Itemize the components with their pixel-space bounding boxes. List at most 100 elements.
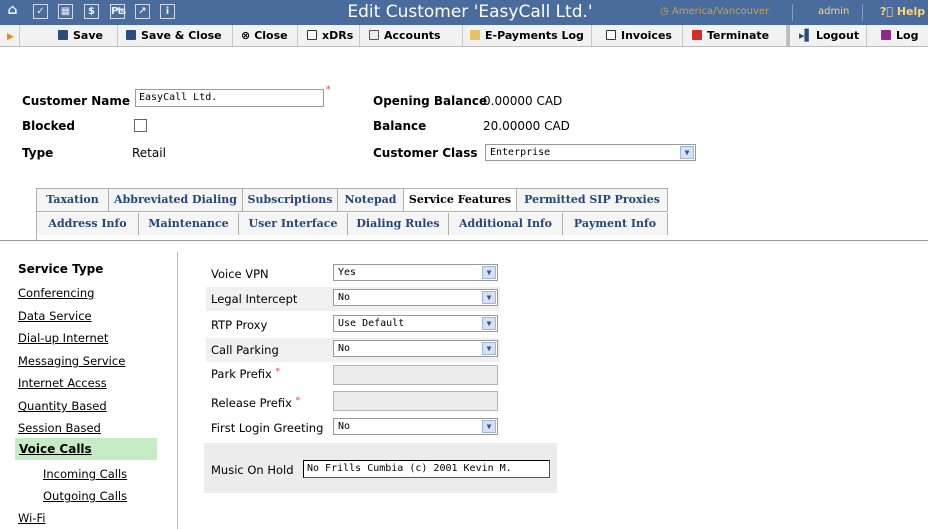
- type-label: Type: [22, 146, 54, 160]
- epayments-button[interactable]: E-Payments Log: [463, 25, 592, 46]
- log-label: Log: [896, 29, 919, 42]
- xdrs-label: xDRs: [322, 29, 354, 42]
- save-close-button[interactable]: Save & Close: [118, 25, 233, 46]
- logout-button[interactable]: ▸▌ Logout: [787, 25, 867, 46]
- voice-vpn-value: Yes: [338, 267, 357, 278]
- play-button[interactable]: ▶: [0, 25, 20, 46]
- terminate-icon: [692, 30, 702, 40]
- save-label: Save: [73, 29, 103, 42]
- opening-balance-value: 0.00000 CAD: [483, 94, 563, 108]
- rtp-proxy-select[interactable]: Use Default ▼: [333, 315, 498, 332]
- floppy-icon: [58, 30, 68, 40]
- separator: [862, 4, 863, 21]
- sidebar-item-voice-calls[interactable]: Voice Calls: [15, 438, 157, 460]
- balance-value: 20.00000 CAD: [483, 119, 570, 133]
- accounts-label: Accounts: [384, 29, 441, 42]
- legal-intercept-select[interactable]: No ▼: [333, 289, 498, 306]
- first-login-greeting-value: No: [338, 421, 351, 432]
- sidebar-item-incoming-calls[interactable]: Incoming Calls: [43, 467, 127, 481]
- tab-border: [36, 211, 668, 212]
- sidebar-item-dialup-internet[interactable]: Dial-up Internet: [18, 331, 108, 345]
- chevron-down-icon: ▼: [680, 146, 694, 159]
- close-button[interactable]: ⊗ Close: [233, 25, 298, 46]
- call-parking-value: No: [338, 343, 351, 354]
- opening-balance-label: Opening Balance: [373, 94, 488, 108]
- customer-class-value: Enterprise: [490, 147, 551, 158]
- tab-notepad[interactable]: Notepad: [338, 189, 404, 211]
- blocked-checkbox[interactable]: [134, 119, 147, 132]
- terminate-button[interactable]: Terminate: [683, 25, 787, 46]
- toolbar: ▶ Save Save & Close ⊗ Close xDRs Accounts…: [0, 25, 928, 47]
- close-icon: ⊗: [241, 29, 251, 42]
- terminate-label: Terminate: [707, 29, 770, 42]
- dollar-icon[interactable]: $: [84, 4, 99, 19]
- separator: [792, 4, 793, 21]
- tab-user-interface[interactable]: User Interface: [239, 213, 348, 235]
- customer-name-label: Customer Name: [22, 94, 130, 108]
- checklist-icon[interactable]: ✓: [33, 4, 48, 19]
- floppy-icon: [126, 30, 136, 40]
- tab-taxation[interactable]: Taxation: [37, 189, 109, 211]
- required-marker: *: [275, 367, 281, 377]
- logout-icon: ▸▌: [799, 29, 813, 42]
- chevron-down-icon: ▼: [482, 342, 496, 355]
- first-login-greeting-label: First Login Greeting: [211, 421, 324, 435]
- release-prefix-label: Release Prefix *: [211, 396, 300, 410]
- xdrs-button[interactable]: xDRs: [298, 25, 360, 46]
- tab-subscriptions[interactable]: Subscriptions: [243, 189, 338, 211]
- tab-additional-info[interactable]: Additional Info: [449, 213, 563, 235]
- tab-dialing-rules[interactable]: Dialing Rules: [348, 213, 449, 235]
- voice-vpn-select[interactable]: Yes ▼: [333, 264, 498, 281]
- tab-panel-border: [0, 240, 928, 241]
- chart-icon[interactable]: ↗: [135, 4, 150, 19]
- sidebar-item-data-service[interactable]: Data Service: [18, 309, 92, 323]
- help-link[interactable]: ?⃞ Help: [880, 5, 925, 18]
- first-login-greeting-select[interactable]: No ▼: [333, 418, 498, 435]
- tab-address-info[interactable]: Address Info: [37, 213, 139, 235]
- sidebar-item-wifi[interactable]: Wi-Fi: [18, 511, 45, 525]
- call-parking-label: Call Parking: [211, 343, 279, 357]
- rtp-proxy-label: RTP Proxy: [211, 318, 268, 332]
- sidebar-item-internet-access[interactable]: Internet Access: [18, 376, 107, 390]
- tab-permitted-sip-proxies[interactable]: Permitted SIP Proxies: [517, 189, 668, 211]
- sidebar-item-conferencing[interactable]: Conferencing: [18, 286, 94, 300]
- epayments-label: E-Payments Log: [485, 29, 584, 42]
- customer-class-select[interactable]: Enterprise ▼: [485, 144, 696, 161]
- sidebar-item-quantity-based[interactable]: Quantity Based: [18, 399, 107, 413]
- customer-name-input[interactable]: EasyCall Ltd.: [135, 89, 324, 107]
- chevron-down-icon: ▼: [482, 291, 496, 304]
- blocked-label: Blocked: [22, 119, 76, 133]
- accounts-button[interactable]: Accounts: [360, 25, 463, 46]
- payment-icon: [470, 30, 480, 40]
- balance-label: Balance: [373, 119, 427, 133]
- sidebar-item-session-based[interactable]: Session Based: [18, 421, 101, 435]
- home-icon[interactable]: ⌂: [5, 3, 20, 19]
- chevron-down-icon: ▼: [482, 317, 496, 330]
- tab-maintenance[interactable]: Maintenance: [139, 213, 239, 235]
- music-on-hold-select[interactable]: No Frills Cumbia (c) 2001 Kevin M.: [303, 460, 550, 478]
- info-icon[interactable]: i: [160, 4, 175, 19]
- logout-label: Logout: [815, 29, 860, 42]
- sidebar-item-messaging-service[interactable]: Messaging Service: [18, 354, 125, 368]
- grid-icon[interactable]: ▦: [58, 4, 73, 19]
- help-label: Help: [896, 5, 926, 18]
- invoices-button[interactable]: Invoices: [592, 25, 683, 46]
- help-icon: ?⃞: [880, 5, 897, 18]
- tab-abbreviated-dialing[interactable]: Abbreviated Dialing: [109, 189, 243, 211]
- close-label: Close: [254, 29, 288, 42]
- call-parking-select[interactable]: No ▼: [333, 340, 498, 357]
- timezone-link[interactable]: ◷ America/Vancouver: [660, 6, 769, 17]
- accounts-icon: [369, 30, 379, 40]
- tab-payment-info[interactable]: Payment Info: [563, 213, 668, 235]
- rtp-proxy-value: Use Default: [338, 318, 405, 329]
- play-icon: ▶: [7, 32, 14, 42]
- sidebar-item-outgoing-calls[interactable]: Outgoing Calls: [43, 489, 127, 503]
- save-button[interactable]: Save: [20, 25, 118, 46]
- log-button[interactable]: Log: [867, 25, 928, 46]
- legal-intercept-value: No: [338, 292, 351, 303]
- tab-service-features[interactable]: Service Features: [404, 189, 517, 211]
- tariff-icon[interactable]: ₧: [110, 4, 126, 19]
- type-value: Retail: [132, 146, 166, 160]
- page-title: Edit Customer 'EasyCall Ltd.': [347, 2, 593, 22]
- user-link[interactable]: admin: [818, 6, 849, 17]
